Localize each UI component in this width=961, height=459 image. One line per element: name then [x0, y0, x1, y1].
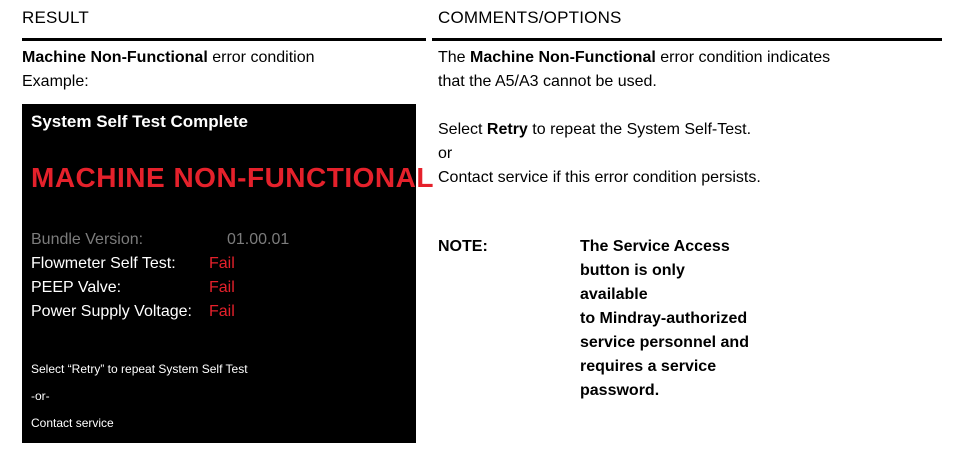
screen-example: System Self Test Complete MACHINE NON-FU… [22, 104, 433, 443]
screen-message-or: -or- [31, 389, 50, 403]
note-line: The Service Access [580, 238, 730, 255]
comment-bold-condition: Machine Non-Functional [470, 49, 656, 66]
screen-row-bundle-version: Bundle Version: 01.00.01 [31, 231, 289, 249]
screen-message-retry: Select “Retry” to repeat System Self Tes… [31, 362, 248, 376]
note-line: to Mindray-authorized [580, 310, 748, 327]
result-example-label: Example: [22, 73, 89, 90]
comment-contact-service: Contact service if this error condition … [438, 169, 761, 186]
result-column-header: RESULT [22, 8, 90, 27]
comments-cell: The Machine Non-Functional error conditi… [438, 46, 943, 190]
result-description: Machine Non-Functional error condition E… [22, 46, 426, 94]
comment-text: Select [438, 121, 487, 138]
screen-row-label: PEEP Valve: [31, 279, 122, 296]
result-condition-name: Machine Non-Functional [22, 49, 208, 66]
screen-row-value: Fail [209, 303, 235, 320]
comment-or: or [438, 145, 453, 162]
screen-error-heading: MACHINE NON-FUNCTIONAL [31, 162, 434, 193]
note-line: service personnel and [580, 334, 749, 351]
note-line: button is only available [580, 262, 685, 303]
screen-row-label: Power Supply Voltage: [31, 303, 192, 320]
comment-text: The [438, 49, 471, 66]
screen-message-contact: Contact service [31, 416, 114, 430]
comment-paragraph-1: The Machine Non-Functional error conditi… [438, 46, 943, 70]
header-rule-left [22, 38, 426, 41]
comment-paragraph-1-line2: that the A5/A3 cannot be used. [438, 73, 657, 90]
screen-row-value: Fail [209, 255, 235, 272]
note-body: The Service Access button is only availa… [580, 235, 750, 403]
comment-paragraph-2: Select Retry to repeat the System Self-T… [438, 118, 943, 142]
screen-row-value: Fail [209, 279, 235, 296]
comment-text: to repeat the System Self-Test. [527, 121, 752, 138]
screen-row-label: Flowmeter Self Test: [31, 255, 176, 272]
note-line: requires a service [580, 358, 717, 375]
screen-row-value: 01.00.01 [227, 231, 290, 248]
result-condition-suffix: error condition [207, 49, 315, 66]
comment-bold-retry: Retry [486, 121, 528, 138]
screen-row-label: Bundle Version: [31, 231, 144, 248]
note-line: password. [580, 382, 660, 399]
comments-column-header: COMMENTS/OPTIONS [438, 8, 622, 27]
comment-text: error condition indicates [655, 49, 831, 66]
screen-title: System Self Test Complete [31, 112, 248, 131]
note-label: NOTE: [438, 238, 488, 255]
screen-row-flowmeter: Flowmeter Self Test: Fail [31, 255, 235, 273]
screen-row-peep-valve: PEEP Valve: Fail [31, 279, 235, 297]
header-rule-right [432, 38, 942, 41]
screen-row-power-supply: Power Supply Voltage: Fail [31, 303, 235, 321]
